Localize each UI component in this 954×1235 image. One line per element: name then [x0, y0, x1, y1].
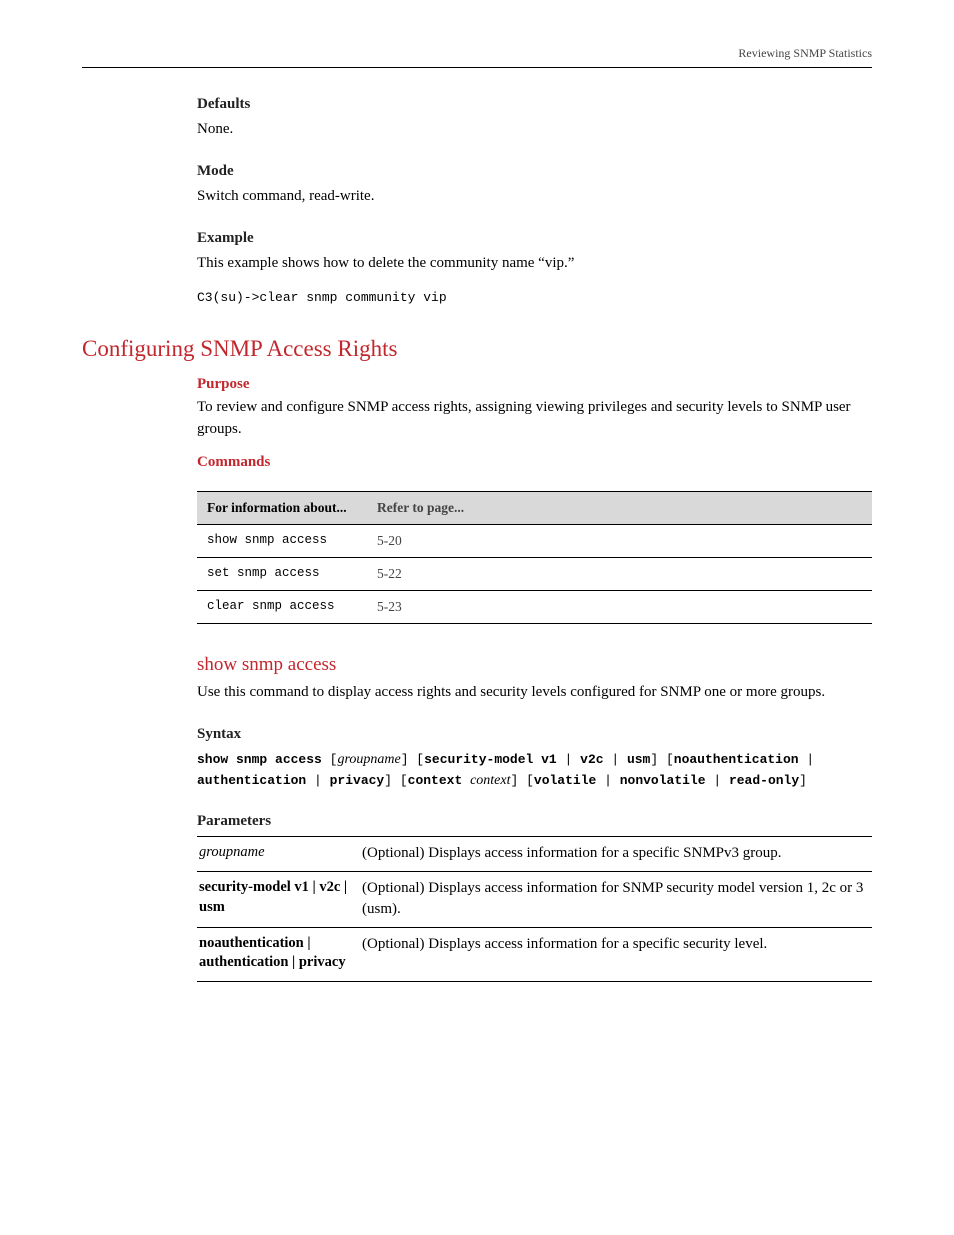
example-code: C3(su)->clear snmp community vip — [197, 288, 872, 308]
example-intro: This example shows how to delete the com… — [197, 253, 872, 275]
table-head-row: For information about... Refer to page..… — [197, 492, 872, 525]
subsection-heading: show snmp access — [197, 654, 872, 676]
col-head-info: For information about... — [197, 492, 367, 525]
col-head-page: Refer to page... — [367, 492, 872, 525]
table-row: set snmp access 5-22 — [197, 558, 872, 591]
purpose-text: To review and configure SNMP access righ… — [197, 397, 872, 441]
defaults-label: Defaults — [197, 96, 872, 113]
table-row: groupname (Optional) Displays access inf… — [197, 837, 872, 872]
mode-text: Switch command, read-write. — [197, 186, 872, 208]
cmd-page: 5-20 — [367, 525, 872, 558]
purpose-label: Purpose — [197, 376, 872, 393]
mode-label: Mode — [197, 163, 872, 180]
running-head: Reviewing SNMP Statistics — [82, 46, 872, 61]
section-heading: Configuring SNMP Access Rights — [82, 336, 872, 362]
subsection-desc: Use this command to display access right… — [197, 682, 872, 704]
table-row: show snmp access 5-20 — [197, 525, 872, 558]
param-name: groupname — [197, 837, 360, 872]
parameters-label: Parameters — [197, 813, 872, 830]
syntax-label: Syntax — [197, 726, 872, 743]
example-label: Example — [197, 230, 872, 247]
cmd-name: set snmp access — [197, 558, 367, 591]
table-row: clear snmp access 5-23 — [197, 591, 872, 624]
page: Reviewing SNMP Statistics Defaults None.… — [0, 0, 954, 1042]
cmd-name: clear snmp access — [197, 591, 367, 624]
cmd-name: show snmp access — [197, 525, 367, 558]
commands-table: For information about... Refer to page..… — [197, 491, 872, 624]
cmd-page: 5-22 — [367, 558, 872, 591]
param-desc: (Optional) Displays access information f… — [360, 872, 872, 928]
commands-label: Commands — [197, 454, 872, 471]
table-row: security-model v1 | v2c | usm (Optional)… — [197, 872, 872, 928]
param-desc: (Optional) Displays access information f… — [360, 927, 872, 981]
content-column: Defaults None. Mode Switch command, read… — [197, 96, 872, 982]
parameters-table: groupname (Optional) Displays access inf… — [197, 836, 872, 982]
table-row: noauthentication | authentication | priv… — [197, 927, 872, 981]
syntax-code: show snmp access [groupname] [security-m… — [197, 749, 872, 791]
param-name: security-model v1 | v2c | usm — [197, 872, 360, 928]
param-name: noauthentication | authentication | priv… — [197, 927, 360, 981]
cmd-page: 5-23 — [367, 591, 872, 624]
param-desc: (Optional) Displays access information f… — [360, 837, 872, 872]
top-rule — [82, 67, 872, 68]
defaults-text: None. — [197, 119, 872, 141]
